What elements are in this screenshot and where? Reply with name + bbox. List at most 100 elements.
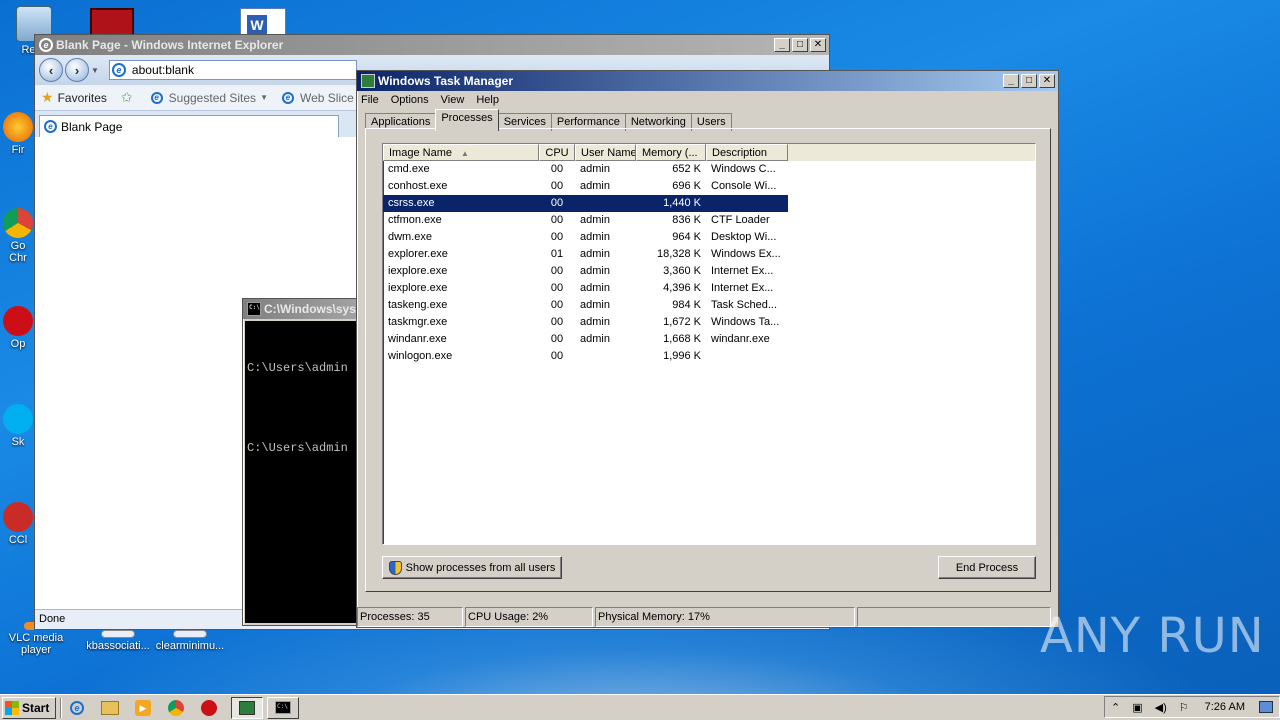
- network-icon[interactable]: ▣: [1132, 701, 1142, 714]
- quicklaunch-chrome[interactable]: [165, 698, 187, 718]
- firefox-icon: [3, 112, 33, 142]
- ie-page-icon: e: [281, 91, 294, 104]
- desktop-icon-kbassociati[interactable]: kbassociati...: [78, 630, 158, 652]
- ie-titlebar[interactable]: e Blank Page - Windows Internet Explorer…: [35, 35, 829, 55]
- process-row[interactable]: explorer.exe 01 admin 18,328 K Windows Ex...: [383, 246, 1035, 263]
- process-cell-mem: 836 K: [672, 214, 701, 226]
- taskbar-cmd[interactable]: C:\: [267, 696, 299, 719]
- maximize-button[interactable]: □: [1021, 74, 1037, 88]
- process-cell-cpu: 00: [550, 350, 564, 362]
- process-list[interactable]: Image Name ▲ CPU User Name Memory (... D…: [382, 143, 1036, 545]
- opera-icon: [201, 699, 217, 716]
- task-manager-icon: [361, 74, 375, 88]
- process-cell-cpu: 00: [550, 282, 564, 294]
- process-row[interactable]: winlogon.exe 00 1,996 K: [383, 348, 1035, 365]
- process-row[interactable]: windanr.exe 00 admin 1,668 K windanr.exe: [383, 331, 1035, 348]
- process-cell-mem: 1,996 K: [663, 350, 701, 362]
- quicklaunch-media-player[interactable]: ▶: [132, 698, 154, 718]
- process-cell-name: explorer.exe: [388, 248, 448, 260]
- forward-button[interactable]: ›: [65, 58, 89, 82]
- quicklaunch-ie[interactable]: e: [66, 698, 88, 718]
- quicklaunch-explorer[interactable]: [99, 698, 121, 718]
- suggested-sites-label: Suggested Sites: [168, 90, 257, 105]
- favorites-button[interactable]: ★ Favorites: [41, 89, 107, 106]
- desktop-icon-label: kbassociati...: [86, 640, 150, 652]
- task-manager-titlebar[interactable]: Windows Task Manager _ □ ✕: [357, 71, 1058, 91]
- document-icon: [101, 630, 135, 638]
- desktop-icon-label: Op: [10, 338, 26, 350]
- action-center-flag-icon[interactable]: ⚐: [1179, 701, 1189, 714]
- column-header-memory[interactable]: Memory (...: [636, 144, 706, 161]
- process-row[interactable]: cmd.exe 00 admin 652 K Windows C...: [383, 161, 1035, 178]
- favorites-label: Favorites: [57, 90, 107, 105]
- address-text: about:blank: [131, 63, 194, 77]
- taskbar-task-manager[interactable]: [231, 696, 263, 719]
- show-desktop-icon[interactable]: [1258, 701, 1273, 713]
- suggested-sites-link[interactable]: e Suggested Sites ▼: [150, 90, 268, 105]
- ie-status-text: Done: [39, 613, 66, 625]
- button-label: End Process: [955, 561, 1019, 574]
- minimize-button[interactable]: _: [1003, 74, 1019, 88]
- process-row[interactable]: taskeng.exe 00 admin 984 K Task Sched...: [383, 297, 1035, 314]
- process-cell-mem: 18,328 K: [656, 248, 701, 260]
- show-all-processes-button[interactable]: Show processes from all users: [382, 556, 562, 579]
- status-empty-pane: [857, 607, 1051, 627]
- task-manager-window[interactable]: Windows Task Manager _ □ ✕ File Options …: [356, 70, 1059, 628]
- process-cell-cpu: 01: [550, 248, 564, 260]
- process-cell-name: dwm.exe: [388, 231, 433, 243]
- column-header-user-name[interactable]: User Name: [575, 144, 636, 161]
- desktop-icon-clearminimu[interactable]: clearminimu...: [150, 630, 230, 652]
- process-cell-name: taskmgr.exe: [388, 316, 448, 328]
- process-cell-user: admin: [580, 180, 610, 192]
- process-row[interactable]: conhost.exe 00 admin 696 K Console Wi...: [383, 178, 1035, 195]
- chrome-icon: [3, 208, 33, 238]
- tab-processes[interactable]: Processes: [435, 109, 499, 131]
- column-header-description[interactable]: Description: [706, 144, 788, 161]
- desktop-icon-chrome[interactable]: Go Chr: [0, 208, 36, 264]
- menu-file[interactable]: File: [361, 94, 379, 106]
- window-title: Blank Page - Windows Internet Explorer: [56, 38, 284, 52]
- process-cell-user: [575, 195, 636, 212]
- ie-tab-blank-page[interactable]: e Blank Page: [39, 115, 339, 137]
- process-row[interactable]: taskmgr.exe 00 admin 1,672 K Windows Ta...: [383, 314, 1035, 331]
- show-hidden-icons-icon[interactable]: ⌃: [1111, 701, 1120, 714]
- cmd-icon: C:\: [247, 302, 261, 316]
- end-process-button[interactable]: End Process: [938, 556, 1036, 579]
- menu-options[interactable]: Options: [391, 94, 429, 106]
- process-row[interactable]: iexplore.exe 00 admin 3,360 K Internet Ex...: [383, 263, 1035, 280]
- desktop-icon-opera[interactable]: Op: [0, 306, 36, 350]
- desktop-icon-skype[interactable]: Sk: [0, 404, 36, 448]
- address-bar[interactable]: e about:blank: [108, 60, 357, 80]
- star-icon: ★: [41, 89, 54, 105]
- add-favorite-button[interactable]: ✩: [121, 89, 137, 106]
- quicklaunch-opera[interactable]: [198, 698, 220, 718]
- process-cell-cpu: 00: [550, 214, 564, 226]
- process-row[interactable]: iexplore.exe 00 admin 4,396 K Internet Ex...: [383, 280, 1035, 297]
- menu-bar: File Options View Help: [357, 91, 1058, 109]
- close-button[interactable]: ✕: [810, 38, 826, 52]
- start-button[interactable]: Start: [2, 696, 56, 719]
- desktop-icon-firefox[interactable]: Fir: [0, 112, 36, 156]
- volume-icon[interactable]: ◀): [1155, 701, 1167, 714]
- process-cell-mem: 652 K: [672, 163, 701, 175]
- column-header-cpu[interactable]: CPU: [539, 144, 575, 161]
- column-header-image-name[interactable]: Image Name ▲: [383, 144, 539, 161]
- maximize-button[interactable]: □: [792, 38, 808, 52]
- process-row[interactable]: dwm.exe 00 admin 964 K Desktop Wi...: [383, 229, 1035, 246]
- process-row[interactable]: ctfmon.exe 00 admin 836 K CTF Loader: [383, 212, 1035, 229]
- close-button[interactable]: ✕: [1039, 74, 1055, 88]
- ie-page-icon: e: [150, 91, 163, 104]
- process-row[interactable]: csrss.exe 00 1,440 K: [383, 195, 788, 212]
- clock[interactable]: 7:26 AM: [1205, 701, 1245, 713]
- back-button[interactable]: ‹: [39, 58, 63, 82]
- process-cell-user: admin: [580, 316, 610, 328]
- desktop-icon-ccleaner[interactable]: CCl: [0, 502, 36, 546]
- process-cell-cpu: 00: [550, 163, 564, 175]
- process-cell-mem: 696 K: [672, 180, 701, 192]
- desktop-icon-label: clearminimu...: [155, 640, 225, 652]
- process-cell-desc: Task Sched...: [711, 299, 778, 311]
- recent-pages-dropdown[interactable]: ▼: [91, 66, 99, 75]
- menu-view[interactable]: View: [441, 94, 465, 106]
- minimize-button[interactable]: _: [774, 38, 790, 52]
- menu-help[interactable]: Help: [476, 94, 499, 106]
